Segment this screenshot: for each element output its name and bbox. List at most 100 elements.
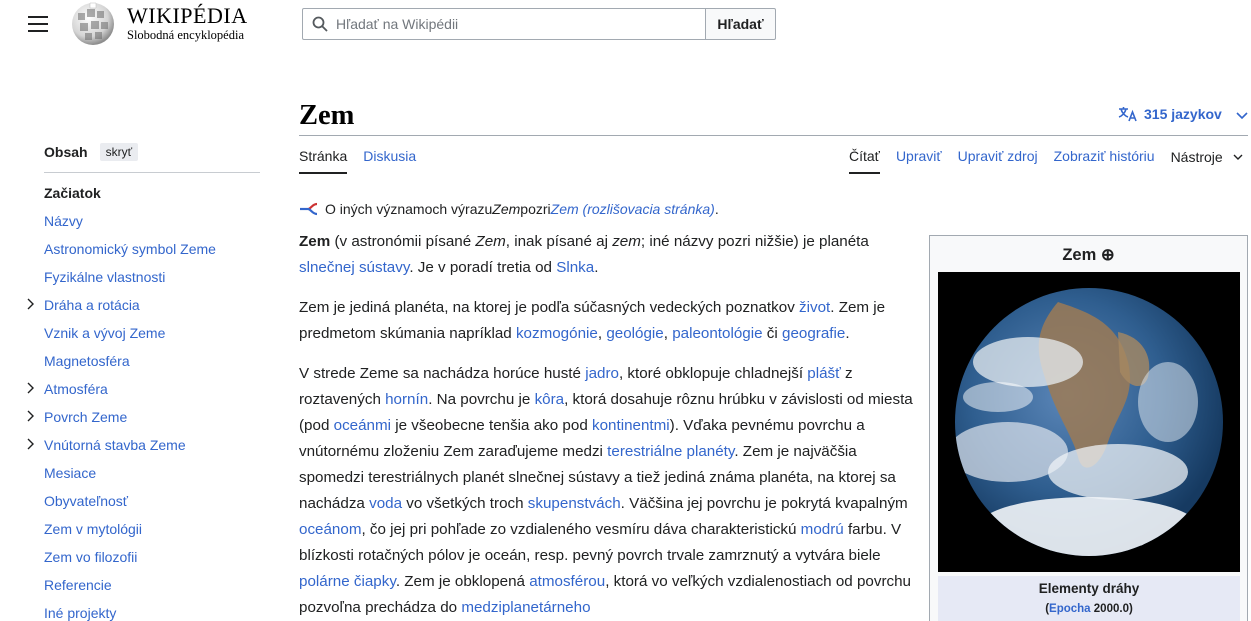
article-link[interactable]: kontinentmi bbox=[592, 417, 670, 434]
toc-item-atmosphere[interactable]: Atmosféra bbox=[27, 378, 264, 406]
tab-edit[interactable]: Upraviť bbox=[896, 146, 942, 174]
toc-item-names[interactable]: Názvy bbox=[44, 210, 264, 238]
wordmark-title: WIKIPÉDIA bbox=[127, 3, 248, 28]
tab-edit-source[interactable]: Upraviť zdroj bbox=[958, 146, 1038, 174]
text-run: . Väčšina jej povrchu je pokrytá kvapaln… bbox=[620, 495, 908, 512]
article-link[interactable]: terestriálne planéty bbox=[607, 443, 734, 460]
namespace-tabs: Stránka Diskusia bbox=[299, 146, 432, 174]
hatnote-term: Zem bbox=[492, 201, 521, 217]
article-link[interactable]: medziplanetárneho bbox=[461, 599, 590, 616]
article-link[interactable]: paleontológie bbox=[672, 325, 762, 342]
toc-divider bbox=[44, 172, 260, 173]
text-run: je všeobecne tenšia ako pod bbox=[391, 417, 592, 434]
toc-item-label: Vnútorná stavba Zeme bbox=[44, 437, 186, 453]
search-input[interactable] bbox=[336, 16, 696, 32]
toc-item-mythology[interactable]: Zem v mytológii bbox=[44, 518, 264, 546]
toc-item-references[interactable]: Referencie bbox=[44, 574, 264, 602]
hatnote-text: O iných významoch výrazu bbox=[325, 201, 493, 217]
text-run: . Je v poradí tretia od bbox=[409, 259, 557, 276]
toc-item-label: Povrch Zeme bbox=[44, 409, 128, 425]
toc-item-orbit-rotation[interactable]: Dráha a rotácia bbox=[27, 294, 264, 322]
text-run: (v astronómii písané bbox=[330, 233, 476, 250]
text-run: . bbox=[594, 259, 599, 276]
text-run: , inak písané aj bbox=[505, 233, 613, 250]
article-link[interactable]: hornín bbox=[385, 391, 428, 408]
toc-item-surface[interactable]: Povrch Zeme bbox=[27, 406, 264, 434]
tab-read[interactable]: Čítať bbox=[849, 146, 880, 174]
toc-title: Obsah bbox=[44, 144, 88, 160]
toc-hide-button[interactable]: skryť bbox=[99, 143, 139, 161]
chevron-down-icon[interactable] bbox=[1236, 112, 1248, 120]
page-title: Zem bbox=[299, 100, 355, 131]
article-link[interactable]: voda bbox=[369, 495, 402, 512]
toc-item-interior[interactable]: Vnútorná stavba Zeme bbox=[27, 434, 264, 462]
epoch-line: (Epocha 2000.0) bbox=[938, 601, 1240, 617]
section-title: Elementy dráhy bbox=[1038, 581, 1140, 596]
toc-item-astronomical-symbol[interactable]: Astronomický symbol Zeme bbox=[44, 238, 264, 266]
orbital-elements-header: Elementy dráhy (Epocha 2000.0) bbox=[938, 576, 1240, 621]
hatnote: O iných významoch výrazu Zem pozri Zem (… bbox=[299, 199, 719, 219]
wordmark[interactable]: WIKIPÉDIA Slobodná encyklopédia bbox=[127, 3, 248, 43]
article-link[interactable]: jadro bbox=[585, 365, 619, 382]
infobox: Zem ⊕ Elementy dráhy (Epocha 2000.0) bbox=[929, 235, 1248, 621]
toc-item-habitability[interactable]: Obyvateľnosť bbox=[44, 490, 264, 518]
search-box bbox=[302, 8, 706, 40]
article-link[interactable]: geológie bbox=[606, 325, 663, 342]
toc-item-philosophy[interactable]: Zem vo filozofii bbox=[44, 546, 264, 574]
chevron-right-icon[interactable] bbox=[27, 438, 35, 450]
text-run: vo všetkých troch bbox=[402, 495, 528, 512]
toc-item-label: Dráha a rotácia bbox=[44, 297, 140, 313]
languages-button[interactable]: 315 jazykov bbox=[1118, 106, 1222, 122]
article-link[interactable]: modrú bbox=[801, 521, 844, 538]
hatnote-text: . bbox=[714, 201, 719, 217]
article-link[interactable]: skupenstvách bbox=[528, 495, 621, 512]
tab-history[interactable]: Zobraziť históriu bbox=[1054, 146, 1155, 174]
text-run: , čo jej pri pohľade zo vzdialeného vesm… bbox=[361, 521, 801, 538]
chevron-right-icon[interactable] bbox=[27, 410, 35, 422]
text-run: Zem je jediná planéta, na ktorej je podľ… bbox=[299, 299, 800, 316]
table-of-contents: Začiatok Názvy Astronomický symbol Zeme … bbox=[27, 182, 264, 621]
toc-item-moons[interactable]: Mesiace bbox=[44, 462, 264, 490]
language-icon bbox=[1118, 107, 1137, 122]
text-run: V strede Zeme sa nachádza horúce husté bbox=[299, 365, 586, 382]
article-link[interactable]: plášť bbox=[807, 365, 841, 382]
article-link[interactable]: kozmogónie bbox=[516, 325, 598, 342]
infobox-title: Zem ⊕ bbox=[1062, 246, 1115, 264]
wikipedia-globe-icon[interactable] bbox=[68, 1, 118, 47]
toc-item-physical-properties[interactable]: Fyzikálne vlastnosti bbox=[44, 266, 264, 294]
italic-term: Zem bbox=[475, 233, 506, 250]
earth-globe-picture bbox=[938, 272, 1240, 572]
article-link[interactable]: geografie bbox=[782, 325, 845, 342]
hatnote-disambiguation-link[interactable]: Zem (rozlišovacia stránka) bbox=[551, 199, 715, 219]
tools-menu[interactable]: Nástroje bbox=[1171, 146, 1243, 174]
bold-term: Zem bbox=[299, 233, 331, 250]
main-menu-icon[interactable] bbox=[28, 16, 48, 32]
article-link[interactable]: atmosférou bbox=[529, 573, 605, 590]
article-link[interactable]: oceánom bbox=[299, 521, 361, 538]
toc-item-label: Atmosféra bbox=[44, 381, 108, 397]
tab-talk[interactable]: Diskusia bbox=[363, 146, 416, 174]
article-link[interactable]: oceánmi bbox=[334, 417, 391, 434]
toc-item-origin[interactable]: Vznik a vývoj Zeme bbox=[44, 322, 264, 350]
epoch-link[interactable]: Epocha bbox=[1049, 603, 1091, 615]
toc-item-start[interactable]: Začiatok bbox=[44, 182, 264, 210]
text-run: . Zem je obklopená bbox=[395, 573, 530, 590]
hatnote-text: pozri bbox=[520, 201, 551, 217]
tab-page[interactable]: Stránka bbox=[299, 146, 348, 174]
chevron-right-icon[interactable] bbox=[27, 382, 35, 394]
article-link[interactable]: kôra bbox=[535, 391, 565, 408]
toc-item-magnetosphere[interactable]: Magnetosféra bbox=[44, 350, 264, 378]
article-link[interactable]: polárne čiapky bbox=[299, 573, 396, 590]
chevron-right-icon[interactable] bbox=[27, 298, 35, 310]
text-run: , ktoré obklopuje chladnejší bbox=[618, 365, 808, 382]
search-icon bbox=[312, 16, 328, 32]
earth-image[interactable] bbox=[938, 272, 1240, 572]
header: WIKIPÉDIA Slobodná encyklopédia Hľadať bbox=[0, 0, 1251, 50]
toc-item-other-projects[interactable]: Iné projekty bbox=[44, 602, 264, 621]
article-link[interactable]: slnečnej sústavy bbox=[299, 259, 409, 276]
article-link[interactable]: Slnka bbox=[556, 259, 594, 276]
article-link[interactable]: život bbox=[799, 299, 830, 316]
text-run: , bbox=[663, 325, 673, 342]
search-button[interactable]: Hľadať bbox=[705, 8, 776, 40]
view-tabs: Čítať Upraviť Upraviť zdroj Zobraziť his… bbox=[849, 146, 1251, 174]
